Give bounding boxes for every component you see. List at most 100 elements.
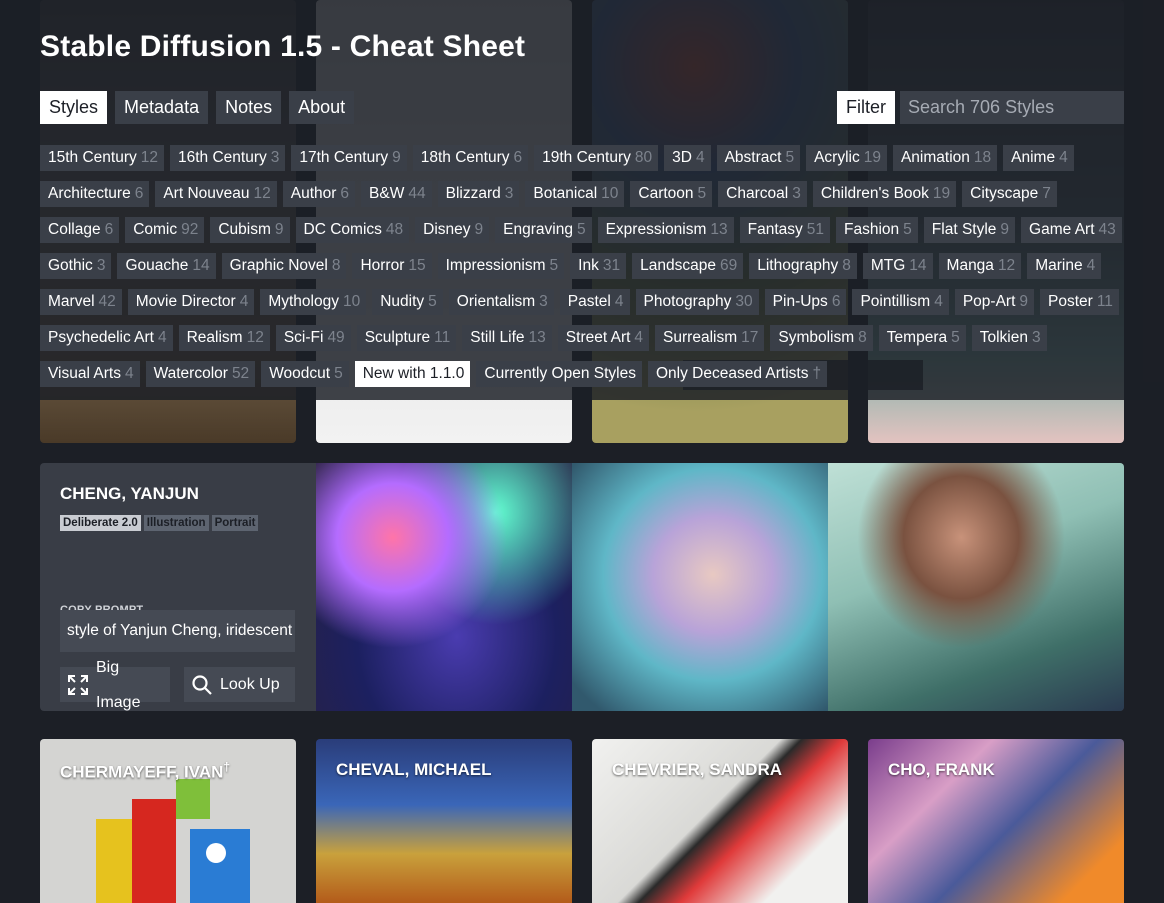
style-tag[interactable]: 17th Century 9 <box>291 145 407 171</box>
tag-count: 6 <box>134 185 144 202</box>
style-tag[interactable]: Realism 12 <box>178 325 270 351</box>
style-tag[interactable]: Collage 6 <box>40 217 120 243</box>
tag-label: Woodcut <box>269 365 331 382</box>
style-tag[interactable]: Lithography 8 <box>749 253 857 279</box>
style-tag[interactable]: 3D 4 <box>664 145 711 171</box>
style-tag[interactable]: Charcoal 3 <box>718 181 807 207</box>
style-tag[interactable]: Nudity 5 <box>372 289 443 315</box>
style-tag[interactable]: Animation 18 <box>892 145 998 171</box>
filter-button[interactable]: Filter <box>837 91 895 124</box>
big-image-button[interactable]: Big Image <box>60 659 170 711</box>
style-tag[interactable]: Poster 11 <box>1040 289 1119 315</box>
style-tag[interactable]: MTG 14 <box>862 253 933 279</box>
style-tag[interactable]: Sci-Fi 49 <box>275 325 351 351</box>
tag-label: Tempera <box>886 329 948 346</box>
style-tag[interactable]: Horror 15 <box>352 253 432 279</box>
style-tag[interactable]: Landscape 69 <box>632 253 744 279</box>
style-tag[interactable]: Cubism 9 <box>210 217 290 243</box>
tag-label: Landscape <box>640 257 716 274</box>
style-tag[interactable]: Acrylic 19 <box>806 145 887 171</box>
style-tag[interactable]: Art Nouveau 12 <box>155 181 277 207</box>
style-tag[interactable]: Architecture 6 <box>40 181 150 207</box>
style-tag[interactable]: Children's Book 19 <box>812 181 957 207</box>
style-tag[interactable]: Expressionism 13 <box>597 217 734 243</box>
tag-count: 4 <box>634 329 644 346</box>
style-tag[interactable]: 18th Century 6 <box>412 145 529 171</box>
prompt-field[interactable]: style of Yanjun Cheng, iridescent <box>60 610 295 652</box>
style-tag[interactable]: Cartoon 5 <box>630 181 713 207</box>
style-tag[interactable]: Ink 31 <box>570 253 627 279</box>
style-tag[interactable]: Manga 12 <box>938 253 1022 279</box>
style-tag[interactable]: Pop-Art 9 <box>954 289 1035 315</box>
style-tag[interactable]: Surrealism 17 <box>655 325 765 351</box>
artist-card[interactable]: CHERMAYEFF, IVAN† <box>40 739 296 903</box>
tag-label: Collage <box>48 221 101 238</box>
style-tag[interactable]: Gouache 14 <box>117 253 216 279</box>
tag-count: 6 <box>340 185 350 202</box>
style-tag[interactable]: Pastel 4 <box>559 289 630 315</box>
style-tag[interactable]: B&W 44 <box>361 181 432 207</box>
tag-count: 4 <box>614 293 624 310</box>
style-tag[interactable]: 19th Century 80 <box>534 145 659 171</box>
style-tag[interactable]: Flat Style 9 <box>923 217 1016 243</box>
style-tag[interactable]: Disney 9 <box>415 217 490 243</box>
style-tag[interactable]: Still Life 13 <box>462 325 552 351</box>
style-tag[interactable]: Marvel 42 <box>40 289 122 315</box>
style-tag[interactable]: Abstract 5 <box>716 145 801 171</box>
style-tag[interactable]: Photography 30 <box>635 289 759 315</box>
style-tag[interactable]: Pin-Ups 6 <box>764 289 847 315</box>
tag-label: Acrylic <box>814 149 860 166</box>
tag-label: Impressionism <box>445 257 546 274</box>
style-tag[interactable]: Author 6 <box>282 181 356 207</box>
artwork-image[interactable] <box>572 463 828 711</box>
tag-label: Gothic <box>48 257 93 274</box>
style-tag[interactable]: Gothic 3 <box>40 253 112 279</box>
style-tag[interactable]: Comic 92 <box>125 217 205 243</box>
style-tag[interactable]: Fashion 5 <box>836 217 918 243</box>
style-tag[interactable]: 15th Century 12 <box>40 145 164 171</box>
style-tag[interactable]: Symbolism 8 <box>770 325 873 351</box>
style-tag[interactable]: Watercolor 52 <box>145 361 256 387</box>
style-tag[interactable]: Tolkien 3 <box>971 325 1047 351</box>
style-tag[interactable]: Anime 4 <box>1003 145 1074 171</box>
style-tag[interactable]: Pointillism 4 <box>852 289 949 315</box>
style-tag[interactable]: Only Deceased Artists † <box>648 361 828 387</box>
artist-card[interactable]: CHEVAL, MICHAEL <box>316 739 572 903</box>
style-tag[interactable]: Game Art 43 <box>1021 217 1122 243</box>
tab-notes[interactable]: Notes <box>216 91 282 124</box>
look-up-button[interactable]: Look Up <box>184 667 295 702</box>
tag-count: 49 <box>327 329 345 346</box>
style-tag[interactable]: Visual Arts 4 <box>40 361 140 387</box>
artist-card[interactable]: CHEVRIER, SANDRA <box>592 739 848 903</box>
style-tag[interactable]: Fantasy 51 <box>739 217 831 243</box>
artist-card[interactable]: CHO, FRANK <box>868 739 1124 903</box>
style-tag[interactable]: Movie Director 4 <box>127 289 255 315</box>
tab-styles[interactable]: Styles <box>40 91 108 124</box>
search-input[interactable] <box>900 91 1124 124</box>
tab-metadata[interactable]: Metadata <box>115 91 209 124</box>
tag-count: 9 <box>474 221 484 238</box>
style-tag[interactable]: 16th Century 3 <box>170 145 286 171</box>
style-tag[interactable]: Street Art 4 <box>557 325 650 351</box>
style-tag[interactable]: Sculpture 11 <box>356 325 457 351</box>
style-tag[interactable]: Graphic Novel 8 <box>221 253 347 279</box>
tab-about[interactable]: About <box>289 91 355 124</box>
tag-label: New with 1.1.0 <box>362 365 465 382</box>
artwork-image[interactable] <box>828 463 1124 711</box>
style-tag[interactable]: Currently Open Styles <box>476 361 642 387</box>
style-tag[interactable]: Impressionism 5 <box>437 253 565 279</box>
style-tag[interactable]: New with 1.1.0 <box>354 361 471 387</box>
style-tag[interactable]: Botanical 10 <box>525 181 625 207</box>
style-tag[interactable]: Psychedelic Art 4 <box>40 325 173 351</box>
style-tag[interactable]: Tempera 5 <box>878 325 966 351</box>
style-tag[interactable]: Mythology 10 <box>260 289 367 315</box>
style-tag[interactable]: Orientalism 3 <box>448 289 554 315</box>
style-tag[interactable]: Engraving 5 <box>495 217 592 243</box>
artwork-image[interactable] <box>316 463 572 711</box>
style-tag[interactable]: Woodcut 5 <box>261 361 349 387</box>
style-tag[interactable]: Cityscape 7 <box>962 181 1057 207</box>
style-tag[interactable]: Blizzard 3 <box>437 181 520 207</box>
look-up-label: Look Up <box>220 676 280 693</box>
style-tag[interactable]: Marine 4 <box>1027 253 1102 279</box>
style-tag[interactable]: DC Comics 48 <box>295 217 410 243</box>
